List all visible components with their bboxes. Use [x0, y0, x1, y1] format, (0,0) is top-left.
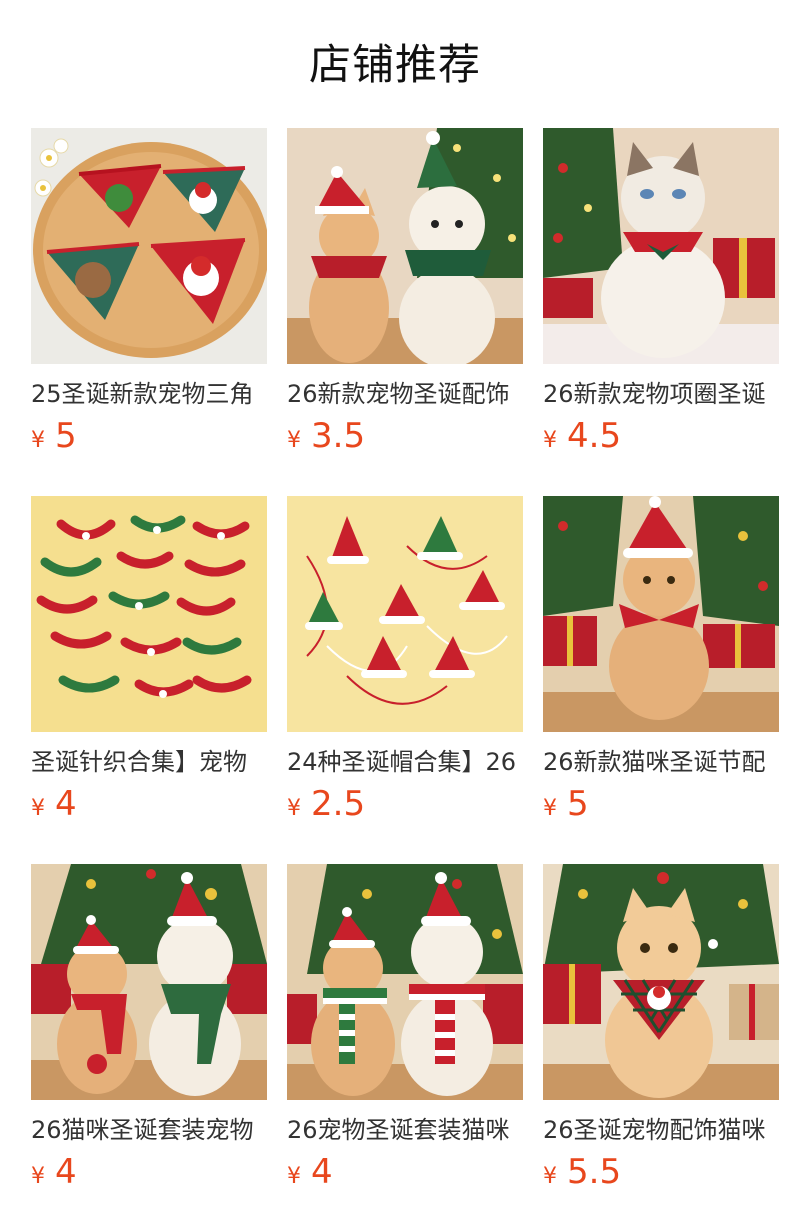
currency-symbol: ¥: [31, 1164, 45, 1189]
product-name[interactable]: 26新款宠物圣诞配饰: [287, 376, 523, 412]
product-name[interactable]: 24种圣诞帽合集】26: [287, 744, 523, 780]
product-card[interactable]: 25圣诞新款宠物三角 ¥5: [31, 128, 267, 456]
product-name[interactable]: 26宠物圣诞套装猫咪: [287, 1112, 523, 1148]
product-price: ¥2.5: [287, 784, 523, 828]
price-amount: 5: [567, 784, 589, 824]
product-price: ¥5: [31, 416, 267, 460]
price-amount: 4: [55, 784, 77, 824]
product-name[interactable]: 26新款猫咪圣诞节配: [543, 744, 779, 780]
product-image[interactable]: [287, 128, 523, 364]
currency-symbol: ¥: [543, 428, 557, 453]
product-price: ¥5: [543, 784, 779, 828]
product-card[interactable]: 26圣诞宠物配饰猫咪 ¥5.5: [543, 864, 779, 1192]
currency-symbol: ¥: [287, 796, 301, 821]
product-card[interactable]: 24种圣诞帽合集】26 ¥2.5: [287, 496, 523, 824]
price-amount: 3.5: [311, 416, 366, 456]
product-card[interactable]: 26新款宠物项圈圣诞 ¥4.5: [543, 128, 779, 456]
product-image[interactable]: [287, 864, 523, 1100]
product-price: ¥3.5: [287, 416, 523, 460]
price-amount: 5.5: [567, 1152, 622, 1192]
product-price: ¥5.5: [543, 1152, 779, 1196]
product-image[interactable]: [543, 864, 779, 1100]
product-card[interactable]: 26新款猫咪圣诞节配 ¥5: [543, 496, 779, 824]
product-name[interactable]: 圣诞针织合集】宠物: [31, 744, 267, 780]
page-title: 店铺推荐: [308, 40, 481, 89]
price-amount: 4: [55, 1152, 77, 1192]
currency-symbol: ¥: [287, 428, 301, 453]
currency-symbol: ¥: [31, 428, 45, 453]
product-price: ¥4.5: [543, 416, 779, 460]
product-card[interactable]: 26猫咪圣诞套装宠物 ¥4: [31, 864, 267, 1192]
product-card[interactable]: 26宠物圣诞套装猫咪 ¥4: [287, 864, 523, 1192]
price-amount: 4.5: [567, 416, 622, 456]
product-image[interactable]: [31, 496, 267, 732]
product-image[interactable]: [31, 864, 267, 1100]
product-price: ¥4: [31, 784, 267, 828]
price-amount: 5: [55, 416, 77, 456]
currency-symbol: ¥: [287, 1164, 301, 1189]
currency-symbol: ¥: [31, 796, 45, 821]
price-amount: 2.5: [311, 784, 366, 824]
product-card[interactable]: 圣诞针织合集】宠物 ¥4: [31, 496, 267, 824]
product-grid: 25圣诞新款宠物三角 ¥5 26新款宠物圣诞配饰 ¥ 3.5 26新款宠物项圈圣…: [31, 128, 779, 1192]
product-name[interactable]: 26圣诞宠物配饰猫咪: [543, 1112, 779, 1148]
product-image[interactable]: [287, 496, 523, 732]
product-name[interactable]: 26猫咪圣诞套装宠物: [31, 1112, 267, 1148]
currency-symbol: ¥: [543, 796, 557, 821]
product-card[interactable]: 26新款宠物圣诞配饰 ¥3.5: [287, 128, 523, 456]
product-image[interactable]: [543, 496, 779, 732]
product-price: ¥4: [31, 1152, 267, 1196]
product-name[interactable]: 26新款宠物项圈圣诞: [543, 376, 779, 412]
product-price: ¥4: [287, 1152, 523, 1196]
product-name[interactable]: 25圣诞新款宠物三角: [31, 376, 267, 412]
product-image[interactable]: [31, 128, 267, 364]
price-amount: 4: [311, 1152, 333, 1192]
product-image[interactable]: [543, 128, 779, 364]
currency-symbol: ¥: [543, 1164, 557, 1189]
